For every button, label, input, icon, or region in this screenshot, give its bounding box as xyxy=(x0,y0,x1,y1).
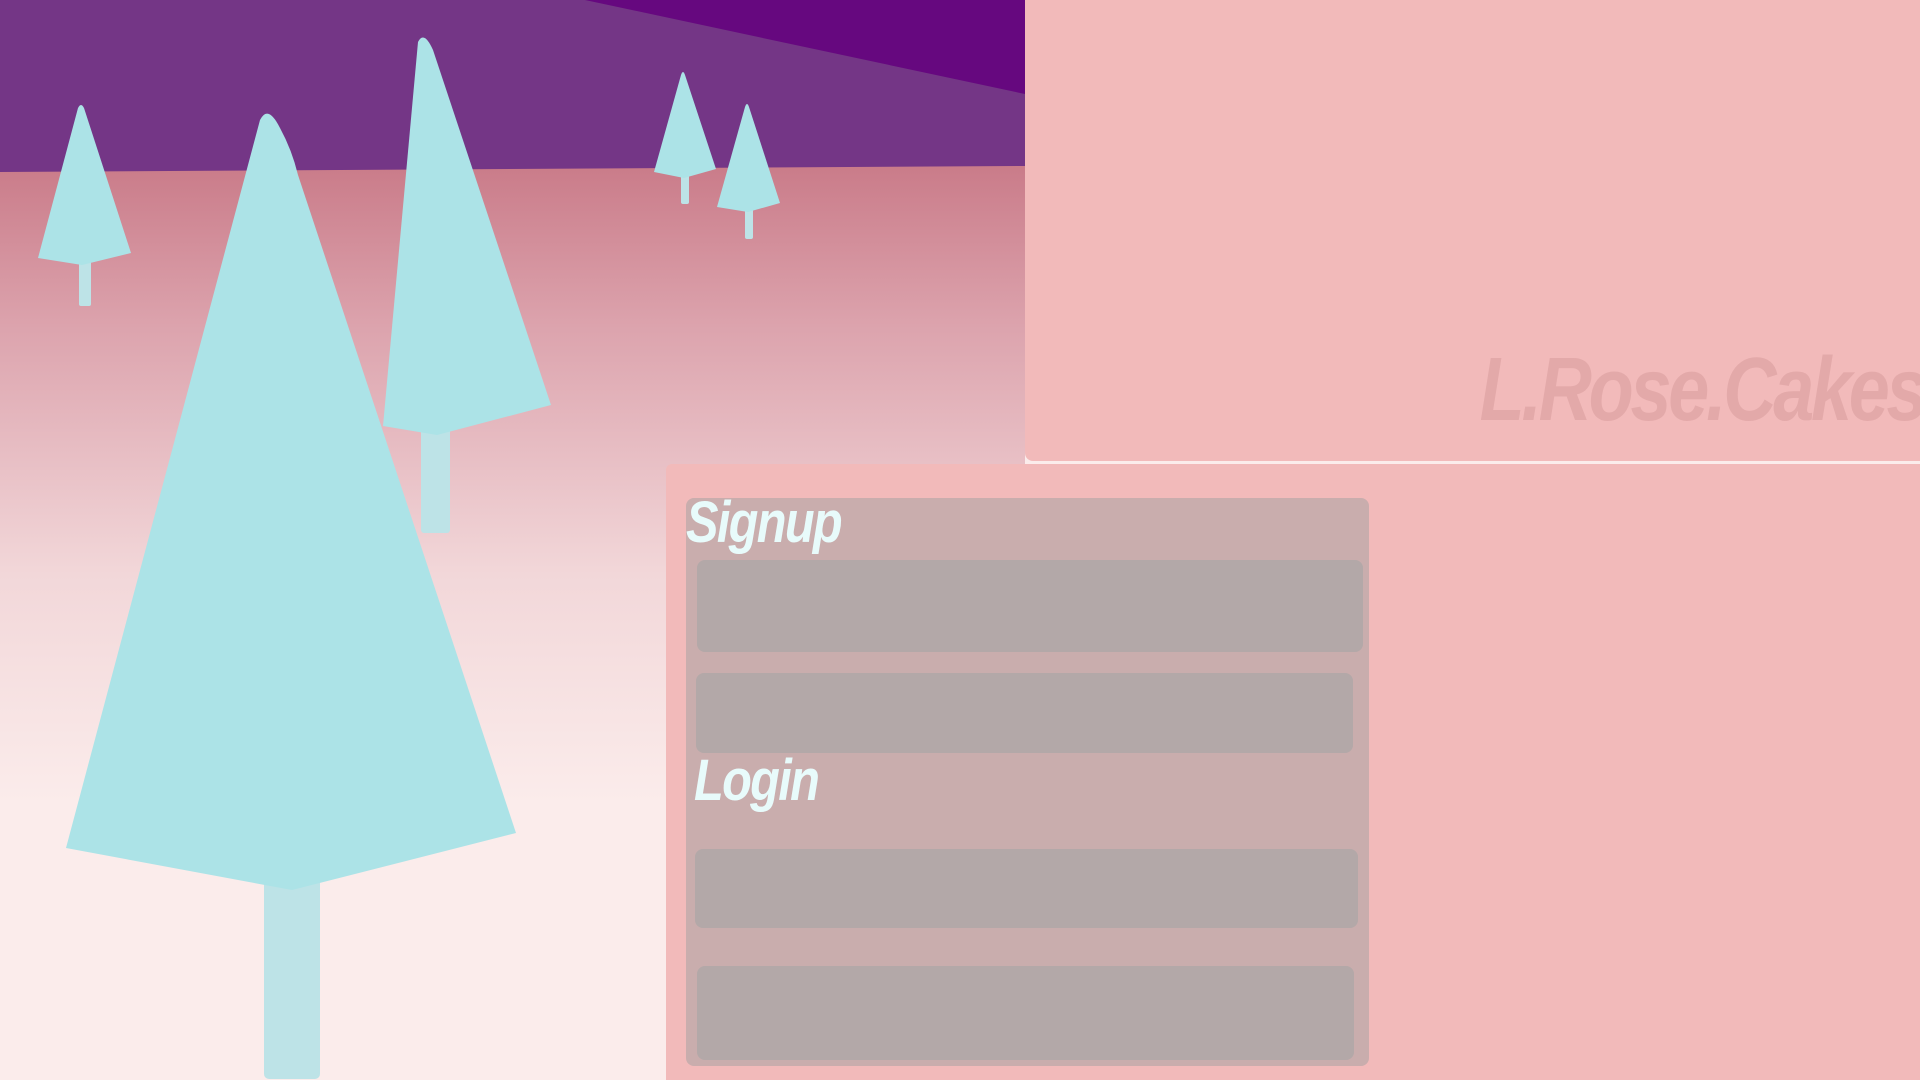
login-heading: Login xyxy=(694,748,820,813)
login-field-1[interactable] xyxy=(695,849,1358,928)
signup-field-1[interactable] xyxy=(697,560,1363,652)
login-field-2[interactable] xyxy=(697,966,1354,1060)
signup-field-2[interactable] xyxy=(696,673,1353,753)
signup-heading: Signup xyxy=(686,490,843,555)
page: L.Rose.Cakes Signup Login xyxy=(0,0,1920,1080)
brand-logo: L.Rose.Cakes xyxy=(1479,340,1920,440)
brand-panel: L.Rose.Cakes xyxy=(1025,0,1920,461)
